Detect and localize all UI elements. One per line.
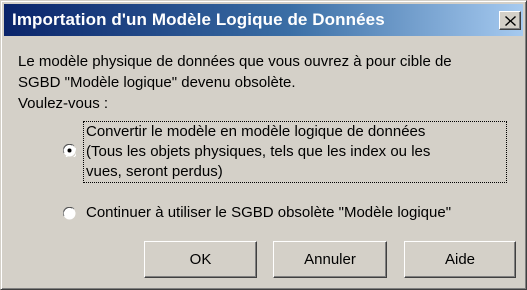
message-line-2: SGBD "Modèle logique" devenu obsolète. xyxy=(18,74,296,91)
import-dialog: Importation d'un Modèle Logique de Donné… xyxy=(0,0,527,290)
question-label: Voulez-vous : xyxy=(18,95,109,112)
radio-continue[interactable] xyxy=(63,207,76,220)
message-line-1: Le modèle physique de données que vous o… xyxy=(18,53,452,70)
ok-button[interactable]: OK xyxy=(144,241,257,278)
option-convert-line-2[interactable]: (Tous les objets physiques, tels que les… xyxy=(86,142,430,162)
radio-convert[interactable] xyxy=(63,144,76,157)
title-bar[interactable]: Importation d'un Modèle Logique de Donné… xyxy=(4,4,523,36)
close-icon xyxy=(505,16,516,26)
option-continue-label[interactable]: Continuer à utiliser le SGBD obsolète "M… xyxy=(86,203,451,223)
option-convert-line-1[interactable]: Convertir le modèle en modèle logique de… xyxy=(86,122,425,142)
cancel-button[interactable]: Annuler xyxy=(273,241,387,278)
help-button[interactable]: Aide xyxy=(404,241,516,278)
dialog-title: Importation d'un Modèle Logique de Donné… xyxy=(12,10,385,29)
option-convert-line-3[interactable]: vues, seront perdus) xyxy=(86,162,223,182)
close-button[interactable] xyxy=(499,11,521,30)
